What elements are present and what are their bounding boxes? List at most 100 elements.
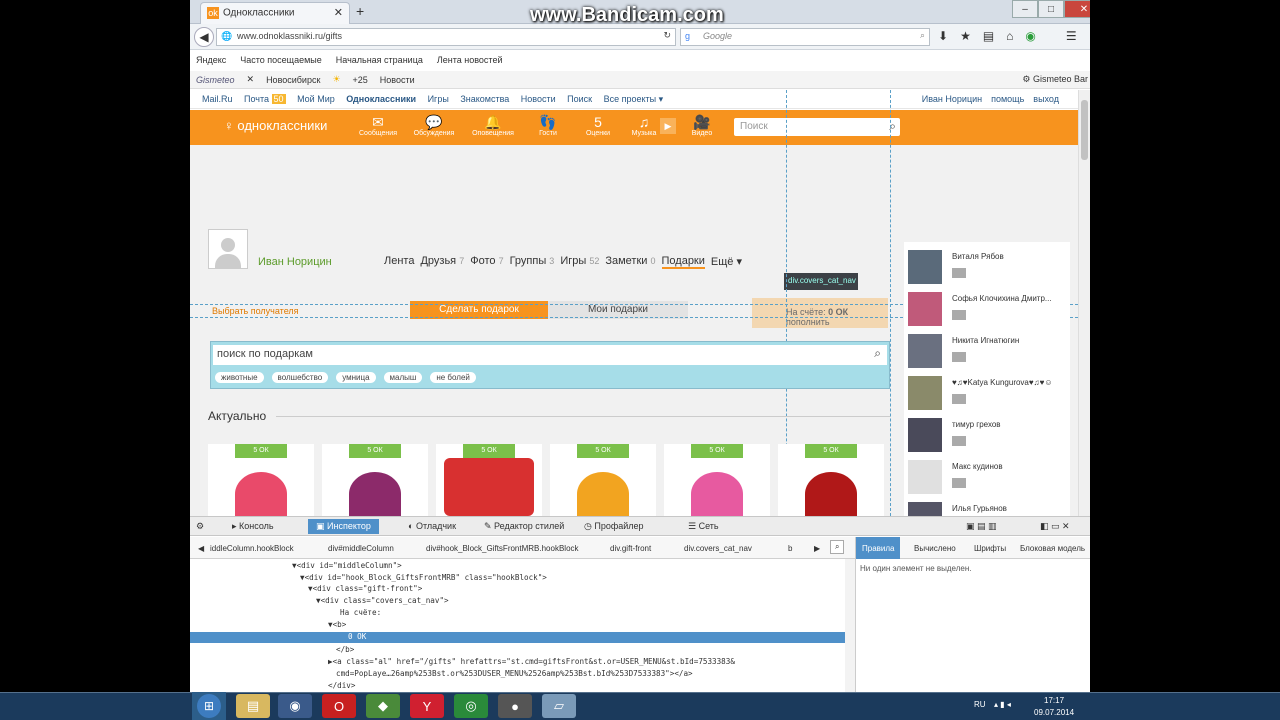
tray-icons[interactable]: ▴ ▮ ◂	[994, 700, 1011, 709]
search-icon[interactable]: ⌕	[920, 30, 925, 41]
bookmark-news-feed[interactable]: Лента новостей	[437, 55, 503, 67]
crumb-item[interactable]: iddleColumn.hookBlock	[210, 544, 294, 553]
nav-feed[interactable]: Лента	[384, 255, 414, 269]
message-icon[interactable]	[952, 310, 966, 320]
chevron-right-icon[interactable]: ▶	[814, 544, 820, 553]
tag-magic[interactable]: волшебство	[271, 372, 329, 383]
link-all-projects[interactable]: Все проекты ▾	[604, 94, 664, 104]
nav-guests[interactable]: 👣 Гости	[524, 114, 572, 137]
tab-inspector[interactable]: ▣ Инспектор	[308, 519, 379, 534]
tab-debugger[interactable]: ◐ Отладчик	[408, 521, 456, 531]
search-icon[interactable]: ⌕	[874, 346, 881, 361]
code-line[interactable]: ▼<div id="hook_Block_GiftsFrontMRB" clas…	[300, 573, 547, 582]
link-search[interactable]: Поиск	[567, 94, 592, 104]
tag-clever[interactable]: умница	[336, 372, 376, 383]
minimize-button[interactable]: –	[1012, 0, 1038, 18]
gismeteo-close-icon[interactable]: ✕	[247, 74, 255, 85]
tab-computed[interactable]: Вычислено	[914, 544, 956, 553]
link-news[interactable]: Новости	[521, 94, 556, 104]
friend-item[interactable]: Макс кудинов	[908, 460, 1068, 500]
nav-groups[interactable]: Группы 3	[510, 255, 555, 269]
chrome-icon[interactable]: ◎	[454, 694, 488, 718]
gift-card[interactable]: 5 ОК	[208, 444, 314, 516]
bookmark-home-page[interactable]: Начальная страница	[336, 55, 423, 67]
nav-discussions[interactable]: 💬 Обсуждения	[410, 114, 458, 137]
gift-card[interactable]: 5 ОК	[664, 444, 770, 516]
link-mail[interactable]: Почта 50	[244, 94, 286, 104]
code-line[interactable]: </div>	[328, 681, 355, 690]
choose-recipient-link[interactable]: Выбрать получателя	[212, 306, 299, 316]
gift-card[interactable]: 5 ОК	[778, 444, 884, 516]
crumb-item[interactable]: div.covers_cat_nav	[684, 544, 752, 553]
clock-time[interactable]: 17:17	[1044, 696, 1064, 705]
gismeteo-city[interactable]: Новосибирск	[266, 75, 320, 85]
code-line[interactable]: </b>	[336, 645, 354, 654]
devtools-window-icons[interactable]: ▣ ▤ ▥	[966, 521, 997, 532]
logout-link[interactable]: выход	[1033, 94, 1059, 104]
nav-gifts[interactable]: Подарки	[661, 255, 705, 269]
crumb-item[interactable]: div.gift-front	[610, 544, 651, 553]
reload-icon[interactable]: ↻	[663, 30, 671, 41]
tag-animals[interactable]: животные	[215, 372, 264, 383]
gear-icon[interactable]: ⚙	[196, 521, 204, 532]
ok-logo[interactable]: ♀ одноклассники	[224, 118, 327, 133]
tab-odnoklassniki[interactable]: ok Одноклассники ✕	[200, 2, 350, 24]
scrollbar-thumb[interactable]	[1081, 100, 1088, 160]
code-scrollbar[interactable]	[845, 559, 855, 692]
top-up-link[interactable]: пополнить	[786, 317, 830, 327]
bookmark-frequent[interactable]: Часто посещаемые	[240, 55, 322, 67]
search-engine-box[interactable]: g Google ⌕	[680, 28, 930, 46]
link-odnoklassniki[interactable]: Одноклассники	[346, 94, 416, 104]
nav-notifications[interactable]: 🔔 Оповещения	[469, 114, 517, 137]
bookmarks-icon[interactable]: ▤	[983, 29, 994, 43]
friend-item[interactable]: Никита Игнатюгин	[908, 334, 1068, 374]
play-icon[interactable]: ▶	[660, 118, 676, 134]
tab-style-editor[interactable]: ✎ Редактор стилей	[484, 521, 564, 532]
home-icon[interactable]: ⌂	[1006, 29, 1013, 43]
link-games[interactable]: Игры	[428, 94, 449, 104]
star-icon[interactable]: ★	[960, 29, 971, 43]
friend-item[interactable]: Илья Гурьянов	[908, 502, 1068, 516]
crumb-item[interactable]: div#middleColumn	[328, 544, 394, 553]
crumb-item[interactable]: div#hook_Block_GiftsFrontMRB.hookBlock	[426, 544, 579, 553]
page-scrollbar[interactable]	[1078, 90, 1090, 516]
code-line[interactable]: ▶<a class="al" href="/gifts" hrefattrs="…	[328, 657, 735, 666]
friend-item[interactable]: ♥♫♥Katya Kungurova♥♫♥☺	[908, 376, 1068, 416]
message-icon[interactable]	[952, 352, 966, 362]
friend-item[interactable]: Виталя Рябов	[908, 250, 1068, 290]
message-icon[interactable]	[952, 268, 966, 278]
code-line[interactable]: ▼<div class="covers_cat_nav">	[316, 596, 449, 605]
tag-baby[interactable]: малыш	[383, 372, 423, 383]
tab-console[interactable]: ▸ Консоль	[232, 521, 274, 532]
close-window-button[interactable]: ✕	[1064, 0, 1090, 18]
code-line[interactable]: ▼<div class="gift-front">	[308, 584, 422, 593]
start-button[interactable]: ⊞	[192, 692, 226, 720]
friend-item[interactable]: тимур грехов	[908, 418, 1068, 458]
message-icon[interactable]	[952, 478, 966, 488]
new-tab-button[interactable]: +	[356, 3, 364, 19]
app-icon[interactable]: ◆	[366, 694, 400, 718]
code-line[interactable]: cmd=PopLaye…26amp%253Bst.or%253DUSER_MEN…	[336, 669, 693, 678]
language-indicator[interactable]: RU	[974, 700, 986, 709]
addon-icon[interactable]: ◉	[1025, 29, 1035, 43]
menu-icon[interactable]: ☰	[1066, 29, 1077, 43]
gismeteo-news[interactable]: Новости	[380, 75, 415, 85]
code-line[interactable]: ▼<b>	[328, 620, 346, 629]
maximize-button[interactable]: □	[1038, 0, 1064, 18]
nav-photos[interactable]: Фото 7	[470, 255, 503, 269]
tab-box-model[interactable]: Блоковая модель	[1020, 544, 1085, 553]
tab-rules[interactable]: Правила	[856, 537, 901, 559]
opera-icon[interactable]: O	[322, 694, 356, 718]
link-dating[interactable]: Знакомства	[460, 94, 509, 104]
friend-item[interactable]: Софья Клочихина Дмитр...	[908, 292, 1068, 332]
link-mailru[interactable]: Mail.Ru	[202, 94, 233, 104]
close-tab-icon[interactable]: ✕	[334, 6, 343, 19]
firefox-icon[interactable]: ◉	[278, 694, 312, 718]
code-line[interactable]: ▼<div id="middleColumn">	[292, 561, 402, 570]
download-icon[interactable]: ⬇	[938, 29, 948, 43]
search-icon[interactable]: ⌕	[830, 540, 845, 554]
tag-get-well[interactable]: не болей	[430, 372, 476, 383]
gismeteo-bar-label[interactable]: ⚙ Gismeteo Bar	[1022, 74, 1088, 85]
devtools-dock-icons[interactable]: ◧ ▭ ✕	[1040, 521, 1070, 532]
tab-profiler[interactable]: ◷ Профайлер	[584, 521, 644, 532]
